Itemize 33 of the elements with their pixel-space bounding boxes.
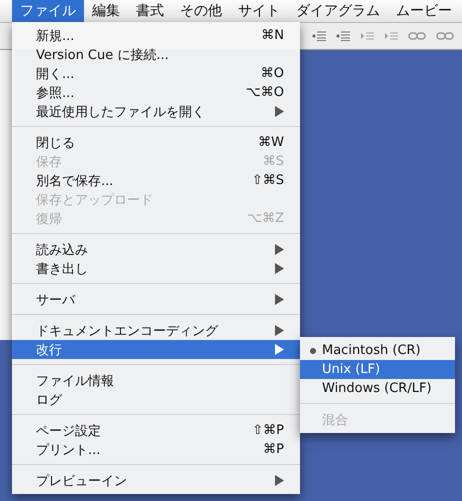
menu-bar-item[interactable]: ダイアグラム — [288, 0, 388, 22]
link-icon[interactable] — [408, 31, 426, 41]
menu-item[interactable]: Unix (LF) — [300, 360, 455, 379]
menu-item[interactable]: ログ — [12, 390, 300, 409]
menu-item[interactable]: 新規... ⌘N — [12, 26, 300, 45]
indent-icon[interactable] — [384, 31, 398, 41]
menu-item[interactable]: 改行 — [12, 340, 300, 359]
menu-item[interactable]: ドキュメントエンコーディング — [12, 321, 300, 340]
indent-icon[interactable] — [360, 31, 374, 41]
menu-item[interactable]: 最近使用したファイルを開く — [12, 102, 300, 121]
menu-item[interactable]: 閉じる ⌘W — [12, 133, 300, 152]
menu-item[interactable]: Windows (CR/LF) — [300, 379, 455, 398]
list-icon[interactable] — [336, 31, 350, 41]
menu-item[interactable]: 読み込み — [12, 240, 300, 259]
menu-item[interactable]: ページ設定 ⇧⌘P — [12, 421, 300, 440]
menu-item[interactable]: Version Cue に接続... — [12, 45, 300, 64]
menu-bar-item[interactable]: サイト — [230, 0, 288, 22]
menu-item[interactable]: 開く... ⌘O — [12, 64, 300, 83]
menu-item[interactable]: サーバ — [12, 290, 300, 309]
menu-item[interactable]: ファイル情報 — [12, 371, 300, 390]
menu-bar-item[interactable]: 編集 — [84, 0, 128, 22]
menu-item[interactable]: Macintosh (CR) — [300, 341, 455, 360]
list-icon[interactable] — [312, 31, 326, 41]
menu-bar-item[interactable]: ムービー — [388, 0, 460, 22]
menu-item[interactable]: 参照... ⌥⌘O — [12, 83, 300, 102]
menu-bar-item[interactable]: その他 — [172, 0, 230, 22]
menu-item[interactable]: プレビューイン — [12, 471, 300, 490]
menu-bar-item[interactable]: ファイル — [12, 0, 84, 22]
menu-bar-item[interactable]: 書式 — [128, 0, 172, 22]
menu-item[interactable]: 書き出し — [12, 259, 300, 278]
link-icon[interactable] — [436, 31, 454, 41]
menu-item[interactable]: プリント... ⌘P — [12, 440, 300, 459]
menu-item[interactable]: 別名で保存... ⇧⌘S — [12, 171, 300, 190]
